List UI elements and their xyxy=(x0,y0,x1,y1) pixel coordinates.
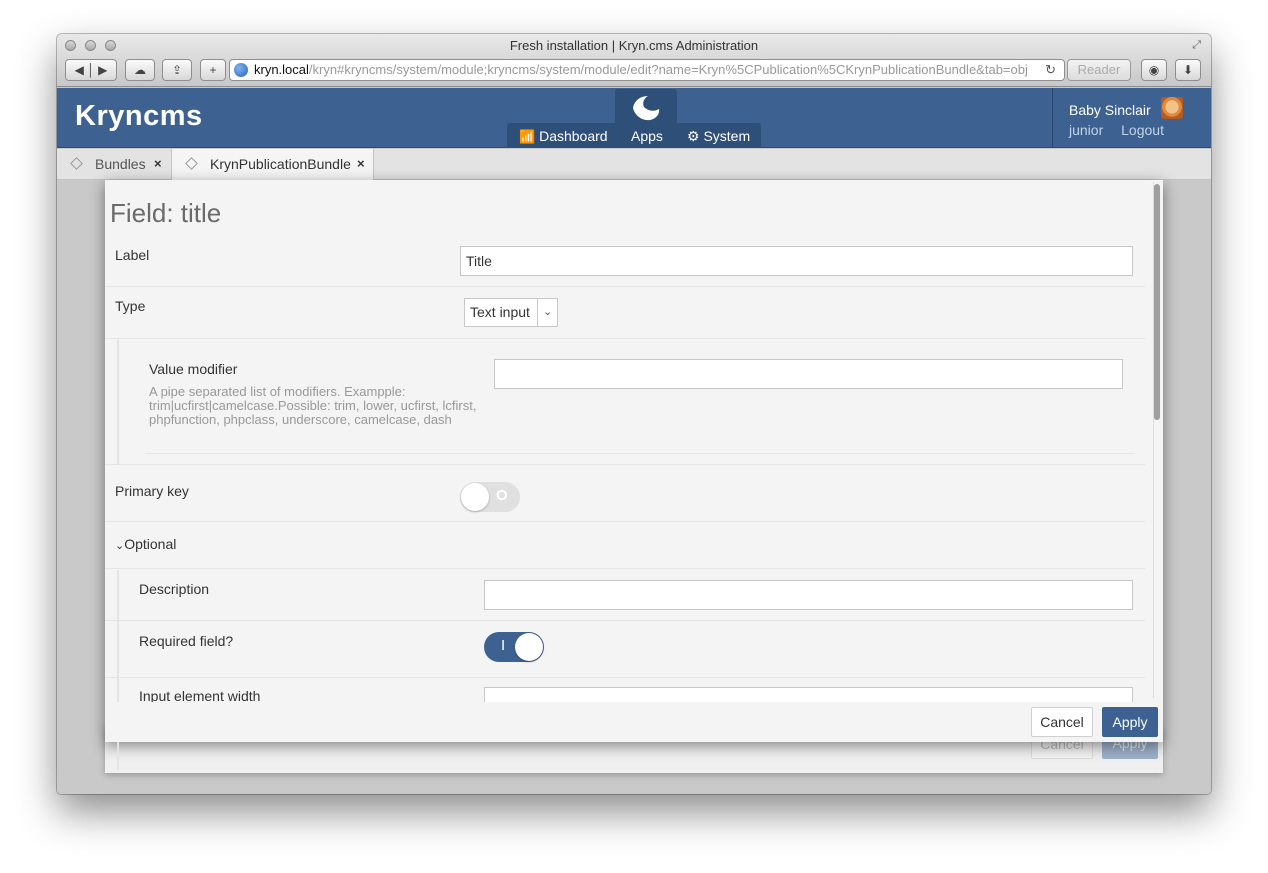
nav-dashboard[interactable]: 📶 Dashboard xyxy=(519,128,608,145)
select-divider xyxy=(537,299,538,326)
plus-icon: + xyxy=(209,63,217,77)
user-avatar[interactable] xyxy=(1161,97,1183,119)
extension-button[interactable]: ◉ xyxy=(1141,59,1167,81)
logout-link[interactable]: Logout xyxy=(1121,122,1164,138)
optional-section-header: ⌄Optional xyxy=(105,523,1145,569)
nav-system[interactable]: ⚙ System xyxy=(687,128,750,145)
type-row: Type Text input ⌄ xyxy=(105,288,1145,339)
apps-logo-icon[interactable] xyxy=(630,94,662,122)
ghost-icon: ◉ xyxy=(1148,63,1160,77)
share-button[interactable]: ⇪ xyxy=(162,59,192,81)
scrollbar[interactable] xyxy=(1154,184,1160,420)
tab-close-icon[interactable]: × xyxy=(154,149,162,179)
primary-key-label: Primary key xyxy=(115,483,189,499)
share-icon: ⇪ xyxy=(171,63,183,77)
icloud-button[interactable]: ☁ xyxy=(125,59,155,81)
user-panel: Baby Sinclair junior Logout xyxy=(1052,88,1211,148)
reload-icon[interactable]: ↻ xyxy=(1045,60,1056,80)
nav-apps[interactable]: Apps xyxy=(631,128,663,144)
type-field-label: Type xyxy=(115,298,146,314)
app-header: Kryncms 📶 Dashboard Apps ⚙ System Baby S… xyxy=(57,88,1211,148)
reader-button[interactable]: Reader xyxy=(1067,59,1131,81)
tab-close-icon[interactable]: × xyxy=(357,149,365,179)
primary-key-row: Primary key O xyxy=(105,466,1145,522)
toggle-knob xyxy=(515,633,543,661)
new-tab-button[interactable]: + xyxy=(200,59,226,81)
forward-icon[interactable]: ▶ xyxy=(98,63,107,77)
value-modifier-label: Value modifier xyxy=(149,361,238,377)
chevron-down-icon: ⌄ xyxy=(115,540,125,552)
dialog-title: Field: title xyxy=(110,198,222,228)
label-field-label: Label xyxy=(115,247,150,263)
back-icon[interactable]: ◀ xyxy=(75,63,84,77)
tab-bar: Bundles × KrynPublicationBundle × xyxy=(57,149,1211,180)
tab-bundles[interactable]: Bundles × xyxy=(57,149,172,180)
description-row: Description xyxy=(105,570,1145,770)
cube-icon xyxy=(70,157,83,170)
nested-indent-line xyxy=(117,340,119,465)
cancel-button[interactable]: Cancel xyxy=(1031,707,1093,737)
label-row: Label Title xyxy=(105,242,1145,287)
toggle-on-glyph: I xyxy=(501,637,506,654)
account-link[interactable]: junior xyxy=(1069,122,1103,138)
gear-icon: ⚙ xyxy=(687,128,700,144)
field-edit-dialog: Field: title Label Title Type Text input… xyxy=(105,180,1163,770)
window-title: Fresh installation | Kryn.cms Administra… xyxy=(509,38,759,53)
value-modifier-description: A pipe separated list of modifiers. Exam… xyxy=(149,384,477,427)
downloads-button[interactable]: ⬇ xyxy=(1175,59,1201,81)
app-logo[interactable]: Kryncms xyxy=(75,100,203,133)
required-field-toggle[interactable]: I xyxy=(484,632,544,662)
cloud-icon: ☁ xyxy=(134,63,146,77)
dialog-footer: Cancel Apply xyxy=(105,702,1163,742)
browser-toolbar: Fresh installation | Kryn.cms Administra… xyxy=(57,34,1211,87)
value-modifier-input[interactable] xyxy=(494,359,1123,389)
globe-icon xyxy=(234,63,248,77)
input-width-label: Input element width xyxy=(139,688,261,702)
cube-icon xyxy=(185,157,198,170)
chart-icon: 📶 xyxy=(519,129,536,144)
back-forward-buttons[interactable]: ◀ │ ▶ xyxy=(65,59,117,81)
input-width-input[interactable] xyxy=(484,687,1133,702)
fullscreen-icon[interactable]: ⤢ xyxy=(1192,39,1201,52)
user-links: junior Logout xyxy=(1069,122,1178,138)
chevron-down-icon: ⌄ xyxy=(543,306,553,318)
tab-kryn-publication-bundle[interactable]: KrynPublicationBundle × xyxy=(172,149,374,180)
required-field-row: Required field? I xyxy=(105,622,1145,678)
input-width-row: Input element width xyxy=(105,679,1145,702)
toggle-off-glyph: O xyxy=(496,487,508,504)
address-bar[interactable]: kryn.local/kryn#kryncms/system/module;kr… xyxy=(229,59,1065,81)
value-modifier-row: Value modifier A pipe separated list of … xyxy=(105,340,1145,465)
nested-divider xyxy=(145,453,1135,454)
primary-key-toggle[interactable]: O xyxy=(460,482,520,512)
download-icon: ⬇ xyxy=(1182,63,1194,77)
type-select[interactable]: Text input ⌄ xyxy=(464,298,558,327)
description-input[interactable] xyxy=(484,580,1133,610)
user-name: Baby Sinclair xyxy=(1069,102,1151,118)
description-label: Description xyxy=(139,581,210,597)
browser-window: Fresh installation | Kryn.cms Administra… xyxy=(57,34,1211,794)
label-input[interactable]: Title xyxy=(460,246,1133,276)
required-field-label: Required field? xyxy=(139,633,234,649)
optional-toggle[interactable]: ⌄Optional xyxy=(115,536,176,552)
toggle-knob xyxy=(461,483,489,511)
apply-button[interactable]: Apply xyxy=(1102,707,1158,737)
url-text[interactable]: kryn.local/kryn#kryncms/system/module;kr… xyxy=(254,60,1028,80)
